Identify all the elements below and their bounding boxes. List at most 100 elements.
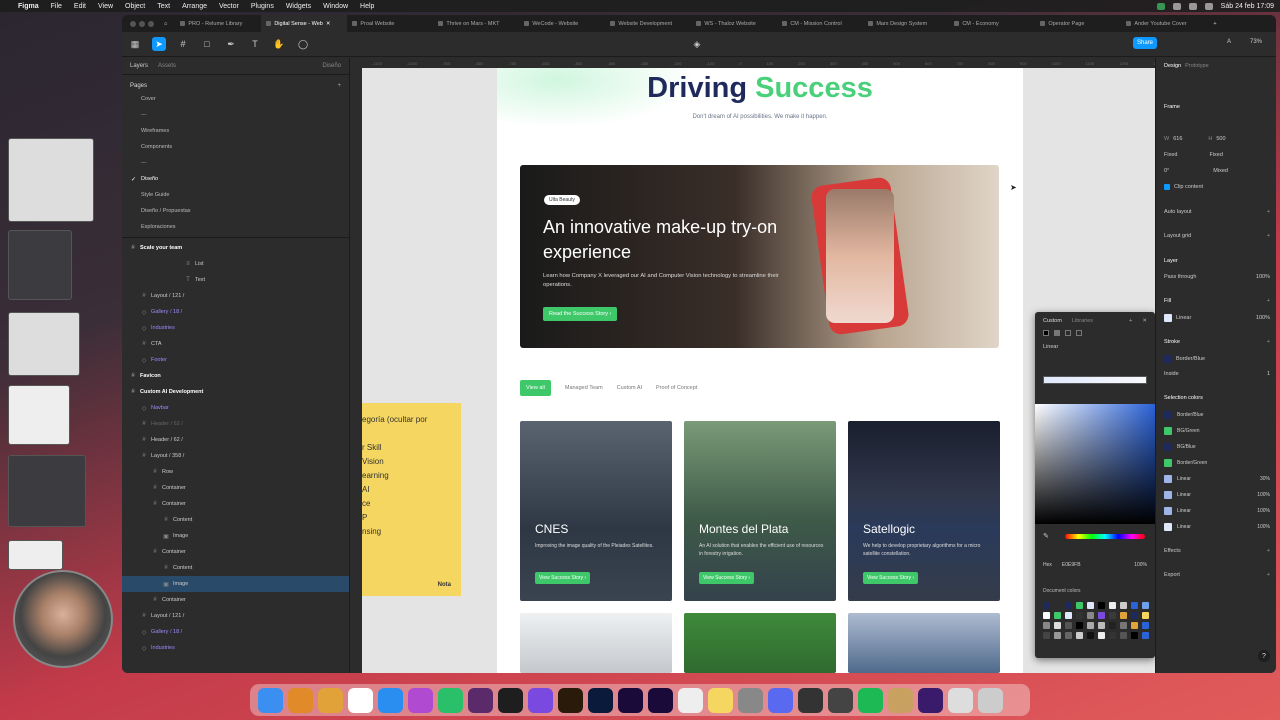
view-success-story-button[interactable]: View Success Story › (863, 572, 919, 584)
share-button[interactable]: Share (1133, 37, 1157, 49)
rotation-input[interactable]: 0° (1164, 168, 1169, 174)
figma-icon[interactable] (498, 687, 523, 713)
file-tab[interactable]: Ander Youtube Cover (1121, 15, 1207, 32)
layer-row[interactable]: # Container (122, 592, 349, 608)
selection-color-row[interactable]: Linear 100% (1164, 491, 1270, 499)
frame-tool-icon[interactable]: # (176, 37, 190, 51)
color-swatch[interactable] (1131, 602, 1138, 609)
move-tool-icon[interactable]: ➤ (152, 37, 166, 51)
hex-input[interactable]: E0E9FB (1062, 562, 1081, 568)
selection-color-row[interactable]: BG/Blue (1164, 443, 1270, 451)
add-fill-plus-icon[interactable]: + (1267, 298, 1270, 304)
color-swatch[interactable] (1142, 632, 1149, 639)
layer-row[interactable]: # Layout / 121 / (122, 608, 349, 624)
color-swatch[interactable] (1065, 602, 1072, 609)
color-swatch[interactable] (1109, 622, 1116, 629)
filter-proof-of-concept[interactable]: Proof of Concept (656, 385, 697, 391)
color-swatch[interactable] (1098, 602, 1105, 609)
color-saturation-area[interactable] (1035, 404, 1155, 524)
color-swatch[interactable] (1076, 612, 1083, 619)
color-swatch[interactable] (1054, 602, 1061, 609)
frame-section-title[interactable]: Frame (1164, 104, 1180, 110)
component-icon[interactable]: ◈ (690, 37, 704, 51)
color-swatch[interactable] (1054, 632, 1061, 639)
read-success-story-button[interactable]: Read the Success Story › (543, 307, 618, 321)
notes-icon[interactable] (708, 687, 733, 713)
selection-color-row[interactable]: Linear 100% (1164, 523, 1270, 531)
color-swatch[interactable] (1065, 612, 1072, 619)
comment-tool-icon[interactable]: ◯ (296, 37, 310, 51)
illustrator-icon[interactable] (558, 687, 583, 713)
photoshop-icon[interactable] (588, 687, 613, 713)
add-export-plus-icon[interactable]: + (1267, 572, 1270, 578)
page-item[interactable]: --- (122, 107, 349, 123)
layer-row[interactable]: # Content (122, 512, 349, 528)
color-chip[interactable] (1164, 507, 1172, 515)
layout-grid-title[interactable]: Layout grid (1164, 233, 1191, 239)
add-effect-plus-icon[interactable]: + (1267, 548, 1270, 554)
view-success-story-button[interactable]: View Success Story › (535, 572, 591, 584)
obs-icon[interactable] (918, 687, 943, 713)
color-swatch[interactable] (1142, 612, 1149, 619)
color-chip[interactable] (1164, 491, 1172, 499)
wifi-icon[interactable] (1172, 2, 1181, 10)
clip-content-checkbox[interactable] (1164, 184, 1170, 190)
zoom-level[interactable]: 73% (1250, 39, 1262, 45)
color-swatch[interactable] (1131, 622, 1138, 629)
layer-row[interactable]: # Container (122, 544, 349, 560)
color-swatch[interactable] (1065, 632, 1072, 639)
width-input[interactable]: 616 (1173, 136, 1182, 142)
file-tab[interactable]: Thrive on Mars - MKT (433, 15, 519, 32)
selection-color-row[interactable]: Border/Blue (1164, 411, 1270, 419)
effects-title[interactable]: Effects (1164, 548, 1181, 554)
layer-row[interactable]: # Scale your team (122, 240, 349, 256)
desktop-window-thumbnail[interactable] (8, 540, 63, 570)
layer-row[interactable]: # Layout / 358 / (122, 448, 349, 464)
menubar-datetime[interactable]: Sáb 24 feb 17:09 (1221, 3, 1274, 10)
file-tab[interactable]: Digital Sense - Web ✕ (261, 15, 348, 32)
file-tab[interactable]: CM - Mission Control (777, 15, 863, 32)
preview-icon[interactable] (948, 687, 973, 713)
layer-row[interactable]: ◇ Navbar (122, 400, 349, 416)
battery-icon[interactable] (1188, 2, 1197, 10)
color-swatch[interactable] (1054, 612, 1061, 619)
color-swatch[interactable] (1087, 622, 1094, 629)
page-item[interactable]: Diseño / Propuestas (122, 203, 349, 219)
spotify-icon[interactable] (858, 687, 883, 713)
layer-row[interactable]: # Content (122, 560, 349, 576)
selection-color-row[interactable]: Linear 100% (1164, 507, 1270, 515)
shape-tool-icon[interactable]: □ (200, 37, 214, 51)
gradient-paint-icon[interactable] (1054, 330, 1060, 336)
whatsapp-icon[interactable] (438, 687, 463, 713)
height-input[interactable]: 500 (1216, 136, 1225, 142)
file-tab[interactable]: WS - Thaloz Website (691, 15, 777, 32)
layer-row[interactable]: ◇ Industries (122, 320, 349, 336)
picker-tab-libraries[interactable]: Libraries (1072, 318, 1093, 324)
color-chip[interactable] (1164, 443, 1172, 451)
add-page-plus-icon[interactable]: + (337, 83, 341, 89)
selection-color-row[interactable]: BG/Green (1164, 427, 1270, 435)
slack-icon[interactable] (468, 687, 493, 713)
menu-object[interactable]: Object (125, 3, 145, 10)
launchpad-icon[interactable] (288, 687, 313, 713)
discord-icon[interactable] (768, 687, 793, 713)
page-item[interactable]: Exploraciones (122, 219, 349, 235)
layer-row[interactable]: # Favicon (122, 368, 349, 384)
desktop-window-thumbnail[interactable] (8, 230, 72, 300)
stroke-position-select[interactable]: Inside (1164, 371, 1179, 377)
card-image-forest[interactable] (684, 613, 836, 673)
add-layout-grid-plus-icon[interactable]: + (1267, 233, 1270, 239)
pages-title[interactable]: Pages (130, 83, 147, 89)
sticky-note[interactable]: egoría (ocultar por r Skill Vision earning A… (362, 403, 461, 596)
calculator-icon[interactable] (828, 687, 853, 713)
layer-title[interactable]: Layer (1164, 258, 1178, 264)
export-title[interactable]: Export (1164, 572, 1180, 578)
desktop-window-thumbnail[interactable] (8, 312, 80, 376)
menu-file[interactable]: File (51, 3, 62, 10)
text-tool-icon[interactable]: T (248, 37, 262, 51)
help-icon[interactable]: ? (1258, 650, 1270, 662)
file-tab[interactable]: Mars Design System (863, 15, 949, 32)
new-tab-plus-icon[interactable]: + (1213, 21, 1216, 27)
color-swatch[interactable] (1054, 622, 1061, 629)
calendar-icon[interactable] (348, 687, 373, 713)
